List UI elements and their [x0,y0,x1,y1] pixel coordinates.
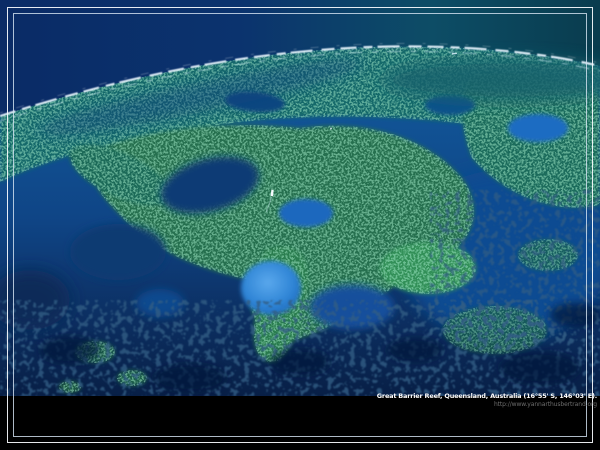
reef-aerial-photo-canvas [0,0,600,396]
caption-location: Great Barrier Reef, Queensland, Australi… [377,393,597,400]
wallpaper: Great Barrier Reef, Queensland, Australi… [0,0,600,450]
reef-aerial-photo [0,0,600,396]
small-white-speck [330,128,332,130]
caption-url: http://www.yannarthusbertrand.org [377,402,597,408]
photo-caption: Great Barrier Reef, Queensland, Australi… [377,393,597,408]
